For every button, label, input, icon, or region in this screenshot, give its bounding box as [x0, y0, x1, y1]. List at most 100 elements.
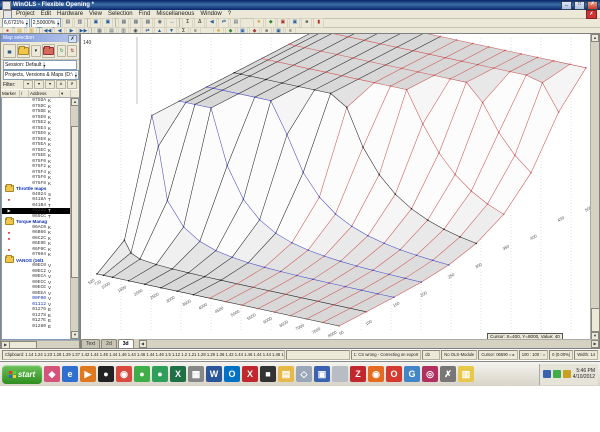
folder-icon [4, 255, 14, 263]
taskbar-icon[interactable]: ● [98, 366, 114, 382]
filter-button[interactable]: ✗ [67, 80, 77, 89]
tab-3d[interactable]: 3d [117, 339, 134, 348]
scroll-right-icon[interactable]: ▶ [1, 341, 10, 348]
projects-combo[interactable]: Projects, Versions & Maps (D:\ ▾ [3, 70, 79, 80]
scroll-left-icon[interactable]: ◀ [138, 340, 147, 348]
chevron-down-icon[interactable]: ▾ [31, 44, 41, 57]
scroll-thumb[interactable] [71, 126, 78, 278]
svg-text:5500: 5500 [246, 312, 257, 321]
taskbar-icon[interactable]: X [242, 366, 258, 382]
menu-item-edit[interactable]: Edit [38, 11, 54, 17]
filter-button[interactable]: ▾ [23, 80, 33, 89]
scroll-right-icon[interactable]: ▶ [591, 340, 599, 348]
filter-button[interactable]: A [56, 80, 66, 89]
menu-item-project[interactable]: Project [13, 11, 38, 17]
panel-titlebar[interactable]: Map selection ✗ [1, 34, 79, 43]
svg-text:4000: 4000 [198, 301, 209, 310]
taskbar-icon[interactable]: ■ [260, 366, 276, 382]
menu-item-selection[interactable]: Selection [105, 11, 136, 17]
tray-icon[interactable] [552, 370, 561, 378]
app-icon [2, 0, 11, 10]
taskbar-icon[interactable]: ▥ [458, 366, 474, 382]
table-header[interactable]: Marker / Address ▾ [1, 89, 79, 98]
menu-item-hardware[interactable]: Hardware [54, 11, 86, 17]
start-button[interactable]: start [2, 364, 42, 384]
menu-item-find[interactable]: Find [136, 11, 154, 17]
menu-item-miscellaneous[interactable]: Miscellaneous [153, 11, 197, 17]
tray-icon[interactable] [542, 370, 551, 378]
scroll-up-icon[interactable]: ▲ [71, 98, 78, 106]
menu-item-window[interactable]: Window [197, 11, 224, 17]
toolbar-separator [179, 19, 181, 27]
taskbar-icon[interactable]: e [62, 366, 78, 382]
taskbar-icon[interactable]: ▶ [80, 366, 96, 382]
surface-plot[interactable]: 1405207201000 1500 2000 2500 3000 3500 4000 450… [81, 34, 591, 340]
tab-text[interactable]: Text [81, 339, 101, 348]
save-button[interactable]: ▄ [3, 43, 17, 58]
map-row-01280[interactable]: 01280 E [2, 324, 78, 330]
filter-label: Filter: [3, 81, 16, 88]
marker-icon: ● [7, 246, 11, 252]
status-segment: Clipboard: 1.14 1.24 1.23 1.28 1.29 1.37… [2, 350, 285, 360]
toolbar-separator [87, 19, 89, 27]
clock: 5:46 PM 4/10/2012 [572, 368, 595, 380]
folder-red-icon [42, 45, 54, 55]
tab-2d[interactable]: 2d [101, 339, 117, 348]
filter-button[interactable]: ▾ [34, 80, 44, 89]
import-folder-button[interactable] [41, 43, 55, 58]
svg-text:6000: 6000 [262, 315, 273, 324]
panel-close-icon[interactable]: ✗ [68, 35, 77, 43]
open-folder-button[interactable] [17, 43, 31, 58]
panel-horizontal-scrollbar[interactable]: ◀ ▶ [1, 340, 79, 348]
close-button[interactable]: ✗ [587, 0, 598, 10]
tray-icon[interactable] [562, 370, 571, 378]
taskbar-icon[interactable]: ◇ [296, 366, 312, 382]
taskbar-icon[interactable]: ◎ [422, 366, 438, 382]
taskbar-icon[interactable]: O [224, 366, 240, 382]
taskbar-icon[interactable]: ▤ [278, 366, 294, 382]
minimize-button[interactable]: _ [561, 0, 572, 10]
panel-vertical-scrollbar[interactable]: ▲ ▼ [70, 98, 78, 339]
window-title: WinOLS - Flexible Opening * [13, 2, 94, 8]
session-combo[interactable]: Session: Default ▾ [3, 60, 77, 70]
refresh-icon[interactable]: ↻ [56, 44, 67, 57]
marker-icon: ● [7, 235, 11, 241]
svg-text:300: 300 [474, 261, 483, 269]
swap-icon[interactable]: ⇅ [67, 44, 78, 57]
maximize-button[interactable]: □ [574, 0, 585, 10]
taskbar-icon[interactable]: X [170, 366, 186, 382]
taskbar-icon[interactable]: ✗ [440, 366, 456, 382]
taskbar-icon[interactable]: ● [134, 366, 150, 382]
svg-text:150: 150 [392, 300, 401, 308]
taskbar-icon[interactable] [332, 366, 348, 382]
taskbar-icon[interactable]: ◉ [116, 366, 132, 382]
menu-item-?[interactable]: ? [225, 11, 234, 17]
chart-vertical-scrollbar[interactable]: ▲ ▼ [590, 34, 600, 340]
svg-text:1000: 1000 [100, 281, 111, 290]
taskbar-icon[interactable]: ▣ [314, 366, 330, 382]
chevron-down-icon: ▾ [25, 19, 28, 27]
filter-button[interactable]: ▾ [45, 80, 55, 89]
taskbar-icon[interactable]: G [404, 366, 420, 382]
scroll-thumb[interactable] [591, 308, 600, 332]
taskbar-icon[interactable]: ▦ [188, 366, 204, 382]
windows-flag-icon [8, 370, 16, 378]
taskbar-icon[interactable]: W [206, 366, 222, 382]
menu-items: Project Edit Hardware View Selection Find Misc… [13, 11, 234, 17]
chevron-down-icon: ▾ [74, 71, 77, 79]
filter-row: Filter: ▾ ▾ ▾ A ✗ [1, 80, 79, 89]
menu-item-view[interactable]: View [86, 11, 105, 17]
scroll-down-icon[interactable]: ▼ [71, 331, 78, 339]
taskbar-icon[interactable]: ◉ [368, 366, 384, 382]
taskbar-icon[interactable]: ● [152, 366, 168, 382]
svg-text:3500: 3500 [181, 298, 192, 307]
scroll-up-icon[interactable]: ▲ [591, 34, 599, 42]
svg-text:2000: 2000 [133, 288, 144, 297]
svg-text:140: 140 [83, 40, 92, 46]
taskbar-icon[interactable]: O [386, 366, 402, 382]
taskbar-icon[interactable]: Z [350, 366, 366, 382]
scroll-thumb[interactable] [9, 341, 37, 348]
taskbar-icon[interactable]: ◆ [44, 366, 60, 382]
svg-text:6500: 6500 [278, 319, 289, 328]
chart-horizontal-scrollbar[interactable]: ◀ ▶ [138, 339, 599, 348]
